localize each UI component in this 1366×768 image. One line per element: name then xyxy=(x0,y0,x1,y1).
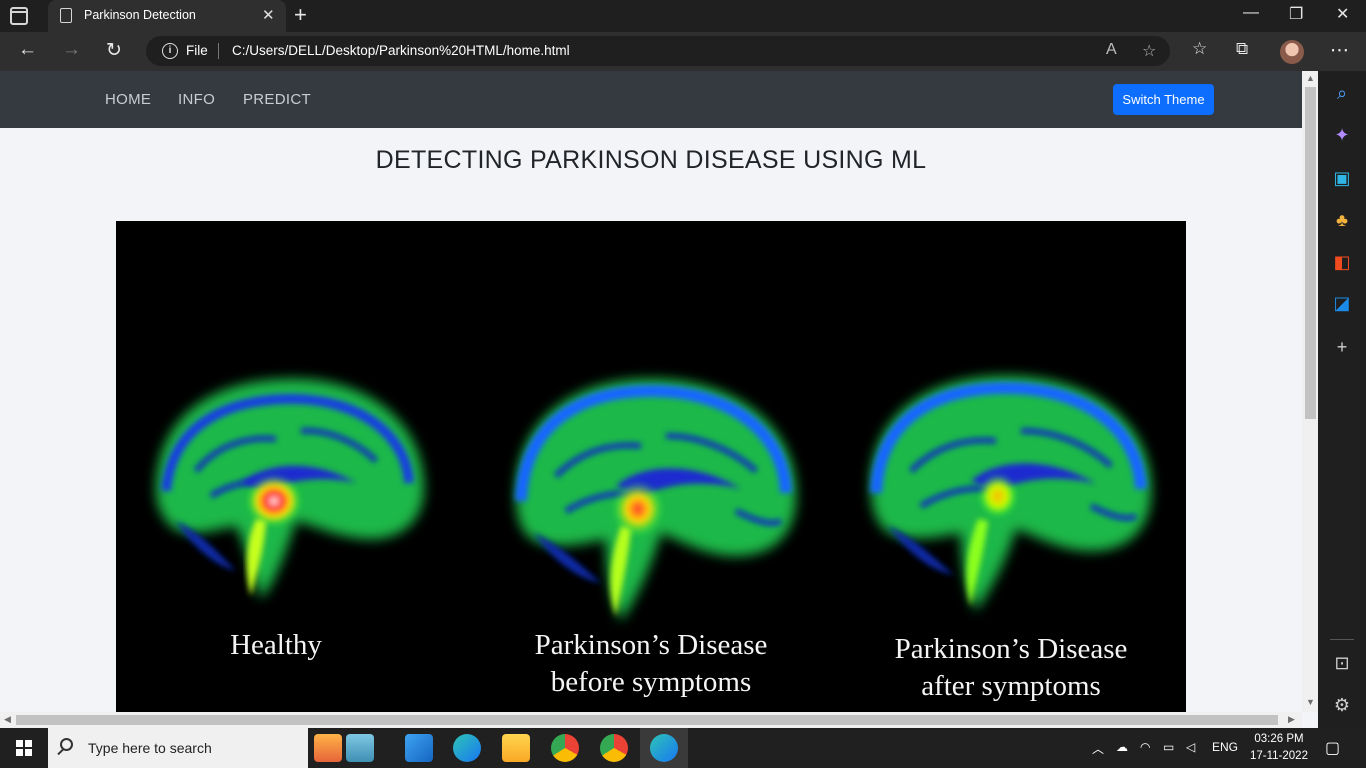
caption-after-symptoms: Parkinson’s Disease after symptoms xyxy=(856,631,1166,705)
copilot-icon[interactable]: ✦ xyxy=(1332,125,1352,146)
battery-icon[interactable]: ▭ xyxy=(1163,740,1174,754)
nav-link-predict[interactable]: PREDICT xyxy=(243,91,311,108)
edge-sidebar: ⌕ ✦ ▣ ♣ ◧ ◪ + ⊡ ⚙ xyxy=(1318,71,1366,728)
search-icon xyxy=(60,738,73,751)
tab-title: Parkinson Detection xyxy=(84,8,196,22)
caption-line: Parkinson’s Disease xyxy=(534,629,768,661)
favorites-icon[interactable]: ☆ xyxy=(1192,39,1207,59)
vscode-icon[interactable] xyxy=(405,734,433,762)
language-indicator[interactable]: ENG xyxy=(1212,740,1238,754)
caption-line: Healthy xyxy=(230,629,322,661)
address-bar[interactable]: i File C:/Users/DELL/Desktop/Parkinson%2… xyxy=(146,36,1170,66)
chrome-icon[interactable] xyxy=(551,734,579,762)
vertical-scroll-thumb[interactable] xyxy=(1305,87,1316,419)
clock-date: 17-11-2022 xyxy=(1250,750,1308,762)
caption-line: after symptoms xyxy=(921,670,1101,702)
horizontal-scrollbar[interactable]: ◀ ▶ xyxy=(0,712,1302,728)
horizontal-scroll-thumb[interactable] xyxy=(16,715,1278,725)
shopping-icon[interactable]: ▣ xyxy=(1332,168,1352,189)
switch-theme-button[interactable]: Switch Theme xyxy=(1113,84,1214,115)
new-tab-icon[interactable]: + xyxy=(294,2,307,28)
nav-link-info[interactable]: INFO xyxy=(178,91,215,108)
chevron-up-icon[interactable]: ︿ xyxy=(1092,740,1104,757)
vertical-scrollbar[interactable]: ▲ ▼ xyxy=(1302,71,1318,712)
file-explorer-icon[interactable] xyxy=(502,734,530,762)
refresh-icon[interactable]: ↻ xyxy=(106,39,122,62)
caption-line: before symptoms xyxy=(550,666,752,698)
chrome-profile-icon[interactable] xyxy=(600,734,628,762)
browser-toolbar: ← → ↻ i File C:/Users/DELL/Desktop/Parki… xyxy=(0,32,1366,71)
taskbar-clock[interactable]: 03:26 PM 17-11-2022 xyxy=(1248,731,1310,765)
file-label: File xyxy=(186,43,208,58)
split-screen-icon[interactable]: ⊡ xyxy=(1332,653,1352,674)
weather-widget-icon[interactable] xyxy=(346,734,374,762)
scroll-right-icon[interactable]: ▶ xyxy=(1288,714,1295,725)
notifications-icon[interactable]: ▢ xyxy=(1325,738,1340,758)
back-icon[interactable]: ← xyxy=(18,39,37,61)
divider xyxy=(218,43,219,59)
healthy-brain-scan xyxy=(156,378,425,599)
site-navbar: HOME INFO PREDICT Switch Theme xyxy=(0,71,1302,128)
office-icon[interactable]: ◧ xyxy=(1332,252,1352,273)
windows-taskbar: Type here to search ︿ ☁ ◠ ▭ ◁ ENG 03:26 … xyxy=(0,728,1366,768)
windows-start-icon[interactable] xyxy=(16,740,32,756)
caption-healthy: Healthy xyxy=(176,627,376,664)
info-icon[interactable]: i xyxy=(162,43,178,59)
browser-tab-active[interactable]: Parkinson Detection ✕ xyxy=(48,0,286,32)
edge-active-icon[interactable] xyxy=(650,734,678,762)
read-aloud-icon[interactable]: A xyxy=(1106,41,1117,59)
scroll-up-icon[interactable]: ▲ xyxy=(1306,73,1315,83)
browser-title-bar: Parkinson Detection ✕ + — ❐ ✕ xyxy=(0,0,1366,32)
after-symptoms-brain-scan xyxy=(870,376,1152,611)
page-viewport: HOME INFO PREDICT Switch Theme DETECTING… xyxy=(0,71,1302,712)
cloud-icon[interactable]: ☁ xyxy=(1116,740,1128,754)
collections-icon[interactable]: ⧉ xyxy=(1236,39,1248,59)
wifi-icon[interactable]: ◠ xyxy=(1140,740,1150,754)
page-title: DETECTING PARKINSON DISEASE USING ML xyxy=(375,146,927,174)
settings-icon[interactable]: ⚙ xyxy=(1332,695,1352,716)
add-icon[interactable]: + xyxy=(1332,337,1352,358)
outlook-icon[interactable]: ◪ xyxy=(1332,293,1352,314)
caption-before-symptoms: Parkinson’s Disease before symptoms xyxy=(496,627,806,701)
caption-line: Parkinson’s Disease xyxy=(894,633,1128,665)
page-icon xyxy=(60,8,72,23)
forward-icon[interactable]: → xyxy=(62,39,81,61)
tab-actions-icon[interactable] xyxy=(10,7,28,25)
close-window-icon[interactable]: ✕ xyxy=(1336,4,1349,24)
restore-icon[interactable]: ❐ xyxy=(1289,4,1303,24)
taskbar-search-placeholder: Type here to search xyxy=(88,740,212,756)
url-text[interactable]: C:/Users/DELL/Desktop/Parkinson%20HTML/h… xyxy=(232,43,570,58)
before-symptoms-brain-scan xyxy=(515,379,797,621)
scroll-down-icon[interactable]: ▼ xyxy=(1306,697,1315,707)
sidebar-divider xyxy=(1330,639,1354,640)
profile-avatar[interactable] xyxy=(1280,40,1304,64)
brain-scan-image: Healthy Parkinson’s Disease before sympt… xyxy=(116,221,1186,712)
more-icon[interactable]: ⋯ xyxy=(1330,39,1349,62)
scroll-left-icon[interactable]: ◀ xyxy=(4,714,11,725)
edge-icon[interactable] xyxy=(453,734,481,762)
news-widget-icon[interactable] xyxy=(314,734,342,762)
nav-link-home[interactable]: HOME xyxy=(105,91,151,108)
clock-time: 03:26 PM xyxy=(1254,733,1304,745)
minimize-icon[interactable]: — xyxy=(1243,4,1259,22)
games-icon[interactable]: ♣ xyxy=(1332,210,1352,231)
search-icon[interactable]: ⌕ xyxy=(1332,83,1352,104)
add-favorite-icon[interactable]: ☆ xyxy=(1142,41,1156,61)
tab-close-icon[interactable]: ✕ xyxy=(262,6,275,24)
volume-icon[interactable]: ◁ xyxy=(1186,740,1195,754)
taskbar-search-box[interactable]: Type here to search xyxy=(48,728,308,768)
